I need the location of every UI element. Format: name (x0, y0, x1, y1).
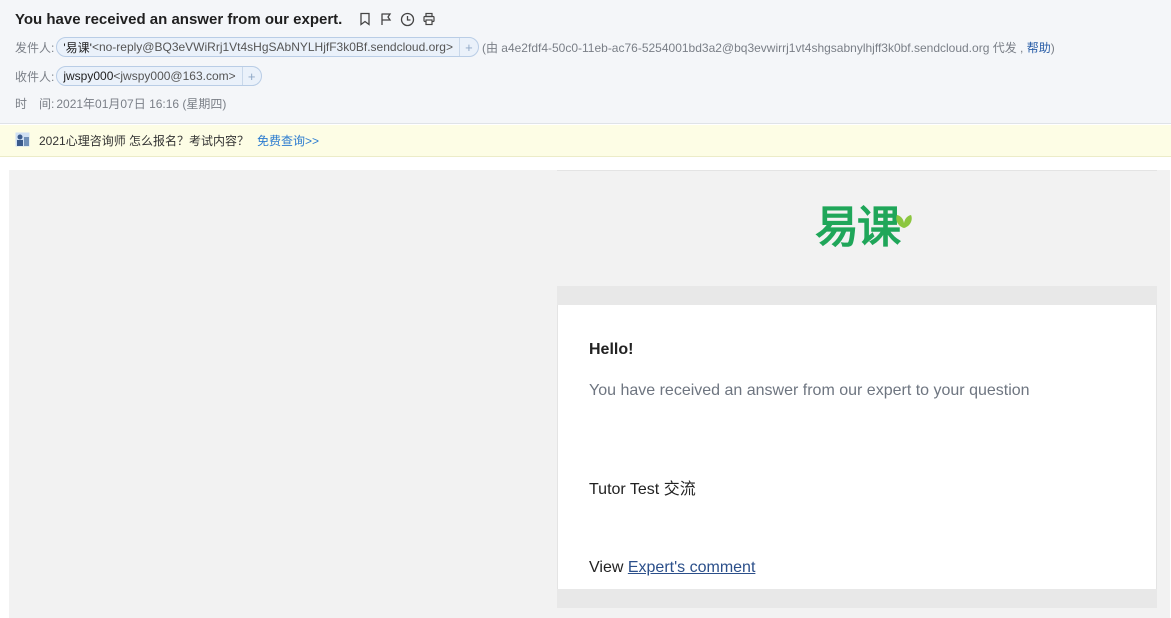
promo-icon (15, 132, 30, 150)
leaf-icon (893, 189, 915, 240)
mail-toolbar (358, 12, 436, 27)
mail-card: 易课 Hello! You have received an answer fr… (557, 170, 1157, 608)
flag-icon[interactable] (379, 12, 393, 26)
ad-link[interactable]: 免费查询>> (257, 132, 319, 149)
sender-address: <no-reply@BQ3eVWiRrj1Vt4sHgSAbNYLHjfF3k0… (91, 40, 453, 54)
recipient-chip[interactable]: jwspy000 <jwspy000@163.com> + (56, 66, 262, 86)
sent-via-info: (由 a4e2fdf4-50c0-11eb-ac76-5254001bd3a2@… (482, 39, 1055, 56)
bookmark-icon[interactable] (358, 12, 372, 26)
expert-comment-link[interactable]: Expert's comment (628, 559, 756, 576)
add-recipient-contact-button[interactable]: + (241, 67, 261, 85)
to-row: 收件人: jwspy000 <jwspy000@163.com> + (15, 66, 262, 86)
greeting: Hello! (589, 341, 634, 358)
view-line: View Expert's comment (589, 559, 755, 577)
divider-band-top (557, 286, 1157, 305)
logo-area: 易课 (557, 171, 1157, 286)
via-close: ) (1050, 40, 1055, 55)
mail-subject: You have received an answer from our exp… (15, 10, 343, 28)
print-icon[interactable] (422, 12, 436, 26)
clock-icon[interactable] (400, 12, 415, 27)
ad-bar: 2021心理咨询师 怎么报名？考试内容？ 免费查询>> (0, 125, 1171, 157)
to-label: 收件人: (15, 69, 55, 84)
message-text: You have received an answer from our exp… (589, 382, 1030, 399)
time-row: 时 间: 2021年01月07日 16:16 (星期四) (15, 95, 226, 112)
from-row: 发件人: '易课' <no-reply@BQ3eVWiRrj1Vt4sHgSAb… (15, 37, 1055, 57)
tutor-text: Tutor Test 交流 (589, 481, 696, 498)
divider-band-bottom (557, 589, 1157, 608)
logo-text: 易课 (815, 201, 901, 253)
ad-text: 2021心理咨询师 怎么报名？考试内容？ (39, 134, 250, 148)
subject-row: You have received an answer from our exp… (15, 9, 436, 29)
time-label: 时 间: (15, 97, 55, 111)
recipient-address: <jwspy000@163.com> (113, 69, 236, 83)
message-box: Hello! You have received an answer from … (557, 305, 1157, 589)
via-text: (由 a4e2fdf4-50c0-11eb-ac76-5254001bd3a2@… (481, 40, 1024, 55)
help-link[interactable]: 帮助 (1027, 41, 1051, 55)
recipient-name: jwspy000 (63, 69, 114, 83)
sender-name: '易课' (63, 40, 92, 55)
mail-header: You have received an answer from our exp… (0, 0, 1171, 124)
view-prefix: View (589, 559, 628, 576)
add-sender-contact-button[interactable]: + (458, 38, 478, 56)
time-value: 2021年01月07日 16:16 (星期四) (56, 97, 227, 111)
from-label: 发件人: (15, 40, 55, 55)
sender-chip[interactable]: '易课' <no-reply@BQ3eVWiRrj1Vt4sHgSAbNYLHj… (56, 37, 479, 57)
brand-logo: 易课 (815, 191, 912, 255)
